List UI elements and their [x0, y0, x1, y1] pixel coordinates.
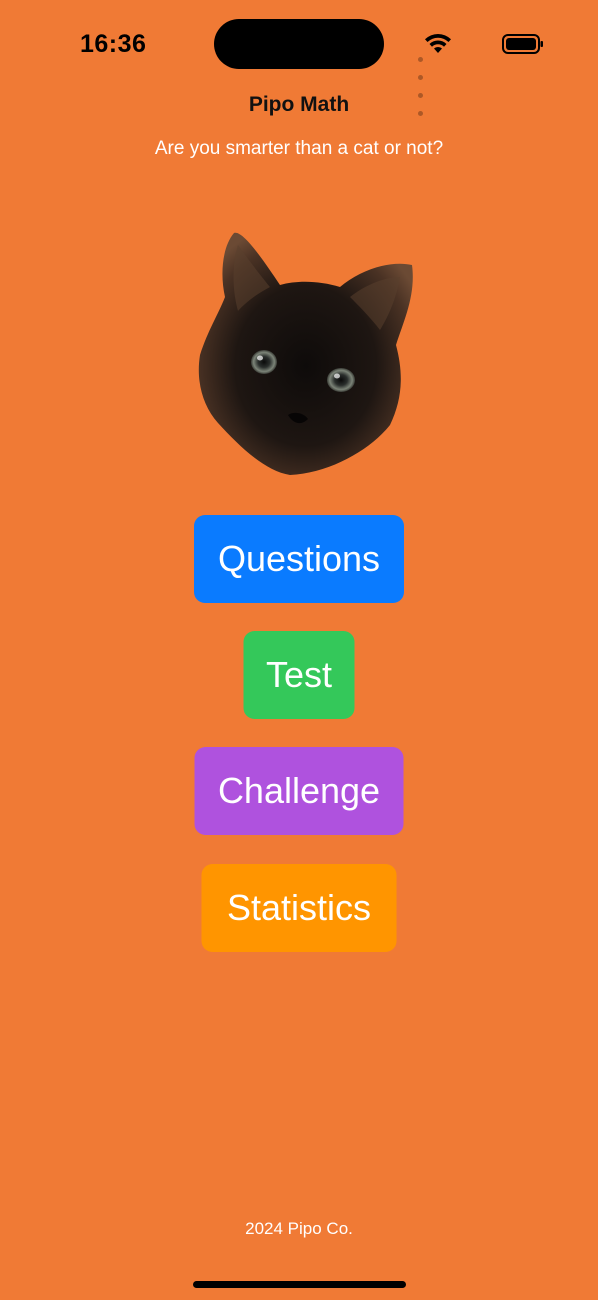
status-bar: 16:36 — [0, 0, 598, 116]
battery-icon — [502, 34, 543, 54]
app-title: Pipo Math — [248, 93, 350, 116]
statistics-button[interactable]: Statistics — [201, 864, 397, 952]
challenge-button[interactable]: Challenge — [194, 747, 404, 835]
questions-button[interactable]: Questions — [194, 515, 404, 603]
app-subtitle: Are you smarter than a cat or not? — [154, 138, 444, 159]
wifi-icon — [425, 33, 451, 53]
status-time: 16:36 — [80, 30, 147, 58]
home-indicator[interactable] — [193, 1281, 406, 1288]
test-button[interactable]: Test — [243, 631, 355, 719]
dynamic-island — [214, 19, 384, 69]
cat-face-image — [198, 232, 413, 475]
footer-copyright: 2024 Pipo Co. — [245, 1219, 353, 1238]
